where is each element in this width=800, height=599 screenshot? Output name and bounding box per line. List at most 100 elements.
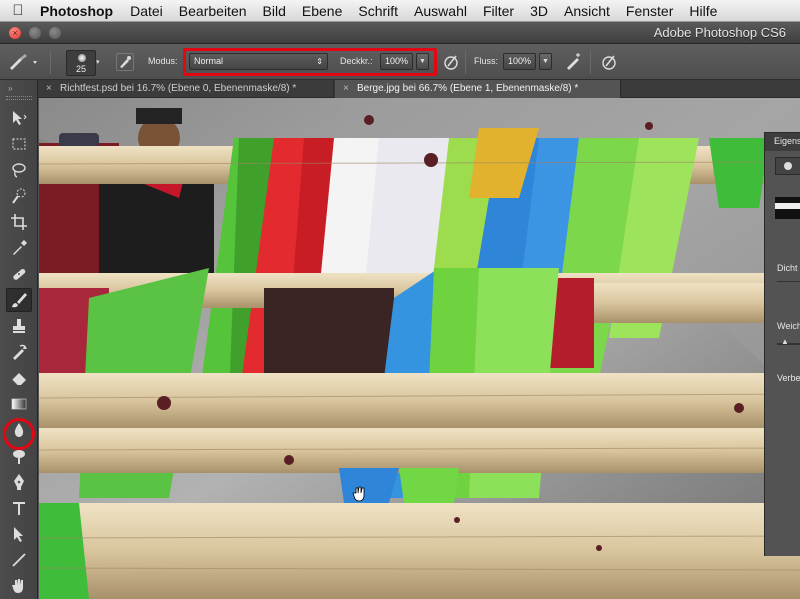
lasso-tool[interactable] — [6, 158, 32, 182]
quick-selection-icon — [12, 188, 26, 204]
move-tool[interactable] — [6, 106, 32, 130]
quick-selection-tool[interactable] — [6, 184, 32, 208]
clone-stamp-tool[interactable] — [6, 314, 32, 338]
mask-thumbnail — [775, 197, 800, 219]
flow-value: 100% — [508, 56, 532, 66]
feather-label: Weich — [777, 321, 800, 331]
density-label: Dicht — [777, 263, 798, 273]
toolbox: » — [0, 80, 38, 599]
flow-dropdown-button[interactable]: ▼ — [539, 53, 552, 70]
path-selection-icon — [14, 527, 23, 542]
tab-label: Berge.jpg bei 66.7% (Ebene 1, Ebenenmask… — [357, 83, 579, 94]
toolbox-grip[interactable] — [6, 96, 32, 100]
line-tool[interactable] — [6, 548, 32, 572]
brush-panel-icon — [120, 56, 131, 68]
mask-icon — [784, 162, 792, 170]
menu-bar:  Photoshop Datei Bearbeiten Bild Ebene … — [0, 0, 800, 22]
window-zoom-button[interactable] — [49, 27, 61, 39]
type-tool[interactable] — [6, 496, 32, 520]
pressure-size-button[interactable] — [600, 53, 618, 71]
density-slider[interactable] — [777, 281, 800, 282]
airbrush-button[interactable] — [564, 53, 582, 71]
window-close-button[interactable]: × — [9, 27, 21, 39]
pen-icon — [14, 474, 24, 490]
bandage-icon — [13, 268, 26, 280]
marquee-tool[interactable] — [6, 132, 32, 156]
eyedropper-icon — [13, 240, 27, 255]
menu-ebene[interactable]: Ebene — [294, 3, 350, 19]
tab-richtfest[interactable]: × Richtfest.psd bei 16.7% (Ebene 0, Eben… — [38, 80, 334, 98]
highlight-history-brush — [3, 418, 35, 450]
brush-preset-picker[interactable]: 25 — [66, 50, 96, 76]
pen-pressure-size-icon — [602, 55, 616, 70]
document-tab-bar: × Richtfest.psd bei 16.7% (Ebene 0, Eben… — [38, 80, 800, 98]
slider-thumb-icon[interactable]: ▲ — [781, 337, 789, 346]
window-title: Adobe Photoshop CS6 — [653, 25, 786, 40]
mask-thumbnail-white — [775, 203, 800, 209]
line-icon — [12, 553, 26, 567]
pixel-mask-button[interactable] — [775, 157, 800, 175]
brush-tip-icon — [78, 54, 86, 62]
gradient-icon — [11, 398, 27, 410]
eyedropper-tool[interactable] — [6, 236, 32, 260]
flow-label: Fluss: — [474, 56, 499, 66]
photo-prayer-flags — [39, 98, 800, 599]
brush-icon — [12, 293, 27, 308]
panel-header: Eigens — [765, 133, 800, 151]
type-icon — [13, 502, 25, 515]
marquee-icon — [12, 138, 26, 150]
document-canvas[interactable] — [39, 98, 800, 599]
eraser-tool[interactable] — [6, 366, 32, 390]
brush-icon — [10, 54, 37, 70]
window-minimize-button[interactable] — [29, 27, 41, 39]
tab-berge[interactable]: × Berge.jpg bei 66.7% (Ebene 1, Ebenenma… — [335, 80, 621, 98]
hand-icon — [12, 579, 23, 593]
menu-filter[interactable]: Filter — [475, 3, 522, 19]
panel-title: Eigens — [774, 136, 800, 146]
mode-label: Modus: — [148, 56, 178, 66]
app-menu[interactable]: Photoshop — [36, 3, 122, 19]
healing-brush-tool[interactable] — [6, 262, 32, 286]
menu-3d[interactable]: 3D — [522, 3, 556, 19]
highlight-mode-opacity — [183, 48, 437, 76]
pen-pressure-icon — [444, 55, 458, 70]
tab-close-icon[interactable]: × — [46, 80, 52, 98]
refine-label: Verbes — [777, 373, 800, 383]
pressure-opacity-button[interactable] — [442, 53, 460, 71]
history-brush-icon — [13, 344, 27, 360]
toolbox-collapse-icon[interactable]: » — [8, 84, 12, 93]
pen-tool[interactable] — [6, 470, 32, 494]
crop-icon — [11, 214, 27, 230]
move-icon — [13, 111, 27, 125]
hand-cursor-icon — [352, 486, 365, 502]
tool-preset-picker[interactable] — [6, 52, 40, 72]
menu-fenster[interactable]: Fenster — [618, 3, 681, 19]
tab-label: Richtfest.psd bei 16.7% (Ebene 0, Ebenen… — [60, 83, 297, 94]
history-brush-tool[interactable] — [6, 340, 32, 364]
brush-tool[interactable] — [6, 288, 32, 312]
crop-tool[interactable] — [6, 210, 32, 234]
brush-size: 25 — [75, 64, 86, 74]
menu-bild[interactable]: Bild — [255, 3, 294, 19]
window-title-bar: × Adobe Photoshop CS6 — [0, 22, 800, 44]
apple-menu-icon[interactable]:  — [0, 2, 36, 19]
lasso-icon — [12, 163, 26, 178]
stamp-icon — [13, 319, 25, 333]
path-selection-tool[interactable] — [6, 522, 32, 546]
menu-auswahl[interactable]: Auswahl — [406, 3, 475, 19]
flow-input[interactable]: 100% — [503, 53, 536, 70]
options-bar: 25 ▾ Modus: Normal ⇕ Deckkr.: 100% ▼ Flu… — [0, 44, 800, 80]
tab-close-icon[interactable]: × — [343, 80, 349, 98]
properties-panel: Eigens Dicht Weich ▲ Verbes — [764, 132, 800, 556]
eraser-icon — [11, 373, 26, 386]
brush-panel-toggle[interactable] — [116, 53, 134, 71]
menu-schrift[interactable]: Schrift — [350, 3, 406, 19]
menu-hilfe[interactable]: Hilfe — [681, 3, 725, 19]
hand-tool[interactable] — [6, 574, 32, 598]
menu-datei[interactable]: Datei — [122, 3, 171, 19]
gradient-tool[interactable] — [6, 392, 32, 416]
chevron-down-icon[interactable]: ▾ — [96, 58, 100, 66]
airbrush-icon — [567, 53, 580, 70]
menu-ansicht[interactable]: Ansicht — [556, 3, 618, 19]
menu-bearbeiten[interactable]: Bearbeiten — [171, 3, 255, 19]
